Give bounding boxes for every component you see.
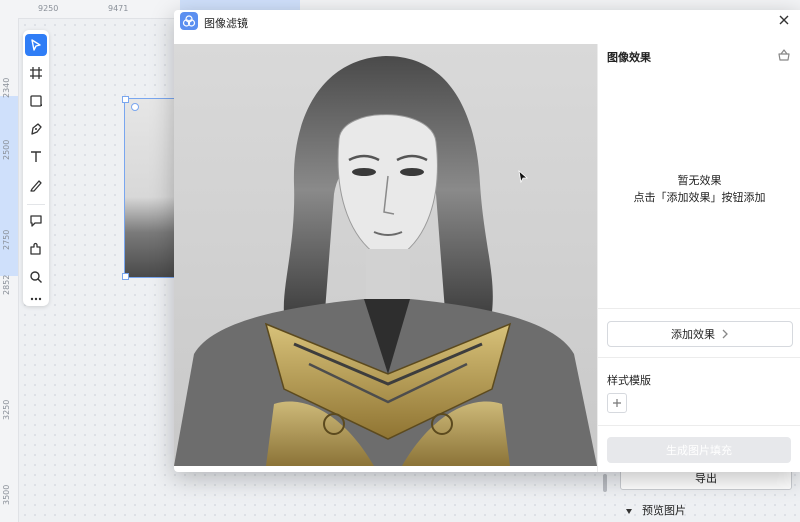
pointer-icon — [31, 39, 41, 51]
select-tool[interactable] — [25, 34, 47, 56]
pen-tool[interactable] — [25, 118, 47, 140]
comment-tool[interactable] — [25, 210, 47, 232]
text-icon — [31, 151, 41, 162]
close-icon — [779, 15, 789, 25]
image-preview — [174, 44, 597, 466]
left-ruler: 2340 2500 2750 2852 3250 3500 — [0, 18, 19, 522]
panel-divider — [598, 357, 800, 358]
rectangle-icon — [30, 95, 42, 107]
search-icon — [30, 271, 42, 283]
plus-icon — [613, 399, 621, 407]
panel-divider — [598, 308, 800, 309]
pen-icon — [31, 123, 42, 135]
resize-handle[interactable] — [122, 273, 129, 280]
pencil-icon — [30, 180, 42, 192]
image-effects-panel: 图像效果 暂无效果 点击「添加效果」按钮添加 添加效果 样式模版 生成图片填充 — [597, 44, 800, 472]
dialog-title: 图像滤镜 — [204, 17, 248, 30]
scrollbar[interactable] — [603, 474, 607, 492]
generate-image-fill-button[interactable]: 生成图片填充 — [607, 437, 791, 463]
shape-tool[interactable] — [25, 90, 47, 112]
ruler-label: 9250 — [38, 4, 59, 13]
style-template-title: 样式模版 — [607, 374, 651, 387]
add-template-button[interactable] — [607, 393, 627, 413]
frame-tool[interactable] — [25, 62, 47, 84]
empty-state-title: 暂无效果 — [677, 174, 722, 187]
dialog-header: 图像滤镜 — [174, 10, 800, 44]
empty-state-hint: 点击「添加效果」按钮添加 — [633, 191, 766, 204]
preview-image-label: 预览图片 — [642, 504, 686, 517]
left-toolbar — [23, 30, 49, 306]
ruler-label: 3250 — [2, 399, 11, 420]
panel-title: 图像效果 — [607, 51, 651, 64]
panel-divider — [598, 425, 800, 426]
more-tool[interactable] — [25, 288, 47, 310]
ruler-label: 2750 — [2, 229, 11, 250]
selected-canvas-image[interactable] — [122, 96, 178, 280]
image-filter-dialog: 图像滤镜 图像效果 暂无效果 点击「添加效果」按钮添加 添加效果 样式模版 生成… — [174, 10, 800, 472]
ruler-label: 2340 — [2, 77, 11, 98]
ruler-label: 3500 — [2, 484, 11, 505]
add-effect-button[interactable]: 添加效果 — [607, 321, 793, 347]
frame-icon — [30, 67, 42, 79]
puzzle-icon — [30, 242, 41, 255]
rotate-handle[interactable] — [131, 103, 139, 111]
preview-image-toggle[interactable]: 预览图片 — [626, 502, 686, 518]
caret-down-icon — [626, 508, 632, 514]
ruler-label: 9471 — [108, 4, 129, 13]
pencil-tool[interactable] — [25, 174, 47, 196]
more-icon — [30, 297, 42, 301]
resize-handle[interactable] — [122, 96, 129, 103]
plugin-tool[interactable] — [25, 238, 47, 260]
add-effect-label: 添加效果 — [671, 328, 715, 341]
portrait-image — [174, 44, 597, 466]
clear-effects-icon[interactable] — [777, 48, 791, 62]
mouse-cursor-icon — [518, 170, 529, 184]
search-tool[interactable] — [25, 266, 47, 288]
ruler-label: 2500 — [2, 139, 11, 160]
chevron-right-icon — [722, 329, 728, 339]
ruler-label: 2852 — [2, 274, 11, 295]
close-button[interactable] — [776, 12, 792, 28]
comment-icon — [30, 215, 42, 227]
app-logo-icon — [180, 12, 198, 30]
text-tool[interactable] — [25, 146, 47, 168]
toolbar-divider — [27, 204, 45, 205]
